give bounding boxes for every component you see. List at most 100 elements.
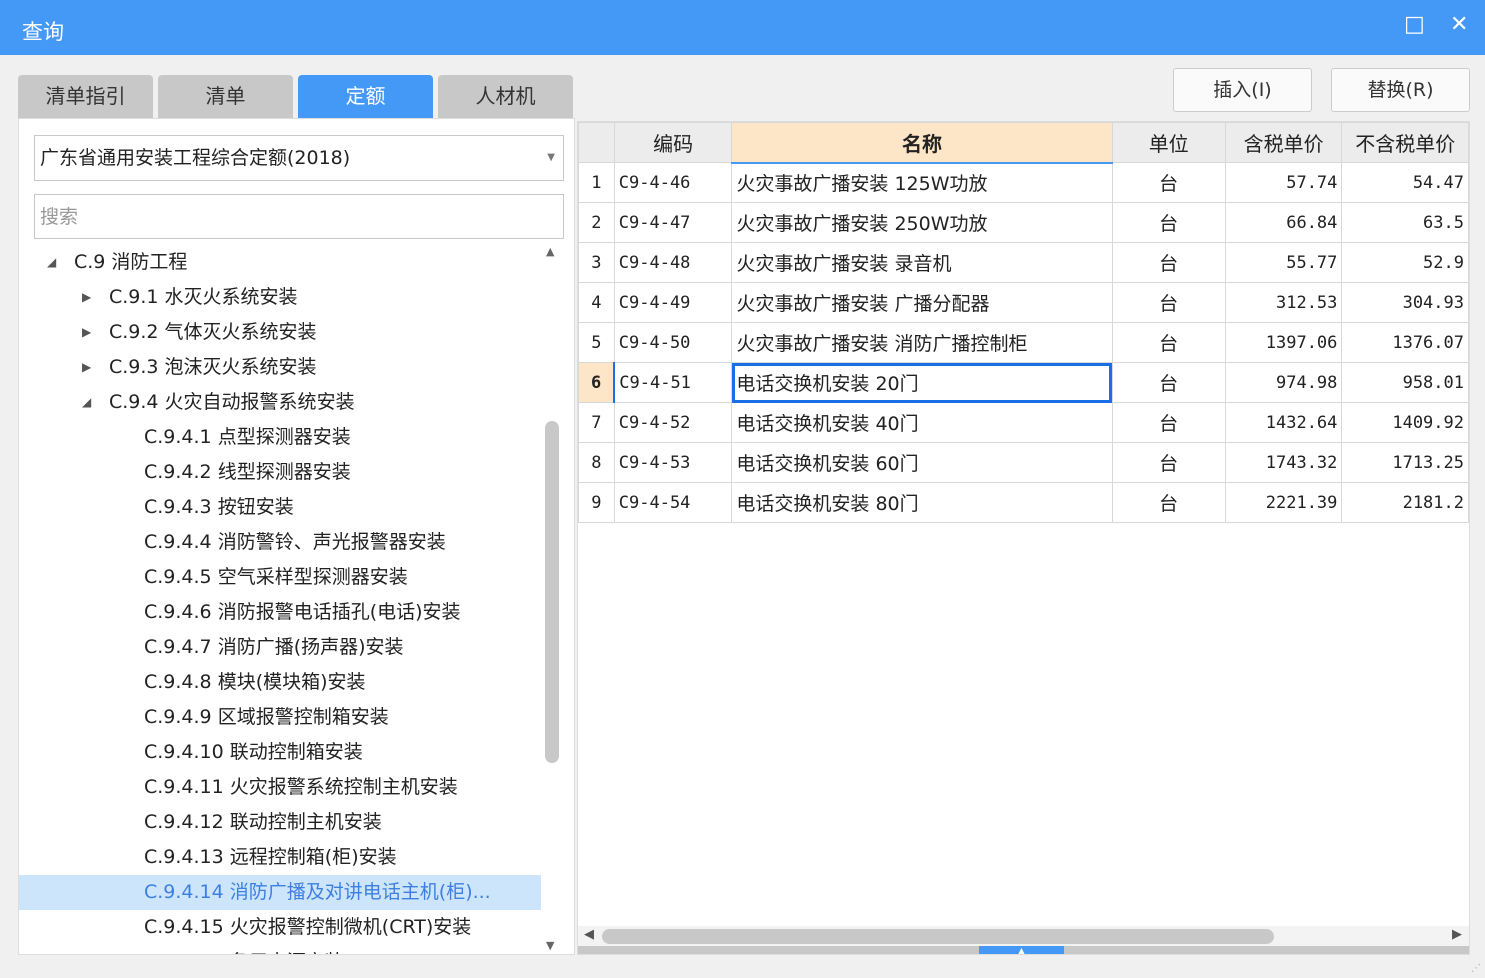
notax-price-cell[interactable]: 1713.25: [1341, 442, 1469, 483]
tree-node[interactable]: C.9.4.9 区域报警控制箱安装: [19, 700, 541, 735]
column-header-notax-price[interactable]: 不含税单价: [1341, 122, 1469, 163]
unit-cell[interactable]: 台: [1111, 442, 1226, 483]
tree-node[interactable]: C.9.4.5 空气采样型探测器安装: [19, 560, 541, 595]
table-row[interactable]: 7 C9-4-52 电话交换机安装 40门台 1432.64 1409.92: [578, 402, 1469, 443]
scrollbar-thumb[interactable]: [602, 929, 1274, 944]
table-row[interactable]: 5 C9-4-50 火灾事故广播安装 消防广播控制柜台 1397.06 1376.07: [578, 322, 1469, 363]
tab-labor-material-machine[interactable]: 人材机: [438, 75, 573, 118]
tree-node[interactable]: C.9.4.11 火灾报警系统控制主机安装: [19, 770, 541, 805]
tree-node[interactable]: ▶ C.9.2 气体灭火系统安装: [19, 315, 541, 350]
insert-button[interactable]: 插入(I): [1173, 68, 1312, 112]
row-number[interactable]: 8: [578, 442, 615, 483]
tax-price-cell[interactable]: 312.53: [1224, 282, 1343, 323]
tree-node[interactable]: ▶ C.9.1 水灭火系统安装: [19, 280, 541, 315]
name-cell[interactable]: 火灾事故广播安装 250W功放: [731, 202, 1113, 243]
close-icon[interactable]: ✕: [1450, 12, 1468, 37]
column-header-name[interactable]: 名称: [731, 122, 1113, 164]
tree-node[interactable]: C.9.4.8 模块(模块箱)安装: [19, 665, 541, 700]
table-row[interactable]: 3 C9-4-48 火灾事故广播安装 录音机台 55.77 52.9: [578, 242, 1469, 283]
table-row[interactable]: 4 C9-4-49 火灾事故广播安装 广播分配器台 312.53 304.93: [578, 282, 1469, 323]
tab-bill-guide[interactable]: 清单指引: [18, 75, 153, 118]
unit-cell[interactable]: 台: [1111, 242, 1226, 283]
resize-grip-icon[interactable]: ⋰: [1471, 963, 1481, 974]
code-cell[interactable]: C9-4-50: [613, 322, 733, 363]
row-number[interactable]: 6: [578, 362, 616, 403]
collapse-icon[interactable]: ◢: [47, 245, 56, 280]
tab-quota[interactable]: 定额: [298, 75, 433, 118]
column-header-code[interactable]: 编码: [613, 122, 733, 163]
tax-price-cell[interactable]: 57.74: [1224, 162, 1343, 203]
tree-node[interactable]: ▶ C.9.3 泡沫灭火系统安装: [19, 350, 541, 385]
tax-price-cell[interactable]: 1743.32: [1224, 442, 1343, 483]
tree-node[interactable]: C.9.4.2 线型探测器安装: [19, 455, 541, 490]
notax-price-cell[interactable]: 958.01: [1341, 362, 1469, 403]
unit-cell[interactable]: 台: [1111, 402, 1226, 443]
tree-node[interactable]: C.9.4.16 备用电源安装: [19, 945, 541, 954]
tax-price-cell[interactable]: 974.98: [1224, 362, 1343, 403]
tree-node[interactable]: C.9.4.13 远程控制箱(柜)安装: [19, 840, 541, 875]
row-number[interactable]: 2: [578, 202, 615, 243]
tree-scrollbar[interactable]: ▲ ▼: [541, 245, 561, 954]
tax-price-cell[interactable]: 1432.64: [1224, 402, 1343, 443]
unit-cell[interactable]: 台: [1111, 202, 1226, 243]
tree-node[interactable]: ◢ C.9 消防工程: [19, 245, 541, 280]
name-cell[interactable]: 火灾事故广播安装 消防广播控制柜: [731, 322, 1113, 363]
library-select[interactable]: 广东省通用安装工程综合定额(2018) ▼: [34, 135, 564, 181]
notax-price-cell[interactable]: 2181.2: [1341, 482, 1469, 523]
expand-icon[interactable]: ▶: [82, 350, 91, 385]
table-row[interactable]: 1 C9-4-46 火灾事故广播安装 125W功放台 57.74 54.47: [578, 162, 1469, 203]
tab-bill[interactable]: 清单: [158, 75, 293, 118]
code-cell[interactable]: C9-4-47: [613, 202, 733, 243]
tree-node[interactable]: C.9.4.7 消防广播(扬声器)安装: [19, 630, 541, 665]
tree-node[interactable]: C.9.4.4 消防警铃、声光报警器安装: [19, 525, 541, 560]
code-cell[interactable]: C9-4-46: [613, 162, 733, 203]
tree-node[interactable]: C.9.4.1 点型探测器安装: [19, 420, 541, 455]
table-row[interactable]: 6 C9-4-51 电话交换机安装 20门台 974.98 958.01: [578, 362, 1469, 403]
notax-price-cell[interactable]: 1409.92: [1341, 402, 1469, 443]
name-cell[interactable]: 电话交换机安装 80门: [731, 482, 1113, 523]
expand-up-icon[interactable]: ▲: [979, 946, 1064, 954]
name-cell[interactable]: 火灾事故广播安装 录音机: [731, 242, 1113, 283]
name-cell[interactable]: 电话交换机安装 20门: [731, 362, 1113, 403]
expand-icon[interactable]: ▶: [82, 280, 91, 315]
tree-node[interactable]: ◢ C.9.4 火灾自动报警系统安装: [19, 385, 541, 420]
row-number[interactable]: 5: [578, 322, 615, 363]
horizontal-scrollbar[interactable]: ◀ ▶: [578, 926, 1469, 946]
tax-price-cell[interactable]: 1397.06: [1224, 322, 1343, 363]
notax-price-cell[interactable]: 304.93: [1341, 282, 1469, 323]
table-row[interactable]: 8 C9-4-53 电话交换机安装 60门台 1743.32 1713.25: [578, 442, 1469, 483]
row-number[interactable]: 3: [578, 242, 615, 283]
table-row[interactable]: 9 C9-4-54 电话交换机安装 80门台 2221.39 2181.2: [578, 482, 1469, 523]
tree-node[interactable]: C.9.4.14 消防广播及对讲电话主机(柜)...: [19, 875, 541, 910]
expand-icon[interactable]: ▶: [82, 315, 91, 350]
name-cell[interactable]: 火灾事故广播安装 广播分配器: [731, 282, 1113, 323]
unit-cell[interactable]: 台: [1111, 482, 1226, 523]
collapse-icon[interactable]: ◢: [82, 385, 91, 420]
tax-price-cell[interactable]: 2221.39: [1224, 482, 1343, 523]
scroll-down-icon[interactable]: ▼: [546, 939, 554, 952]
unit-cell[interactable]: 台: [1111, 362, 1226, 403]
tax-price-cell[interactable]: 66.84: [1224, 202, 1343, 243]
code-cell[interactable]: C9-4-53: [613, 442, 733, 483]
notax-price-cell[interactable]: 1376.07: [1341, 322, 1469, 363]
tree-node[interactable]: C.9.4.10 联动控制箱安装: [19, 735, 541, 770]
notax-price-cell[interactable]: 63.5: [1341, 202, 1469, 243]
notax-price-cell[interactable]: 52.9: [1341, 242, 1469, 283]
code-cell[interactable]: C9-4-52: [613, 402, 733, 443]
code-cell[interactable]: C9-4-49: [613, 282, 733, 323]
detail-panel-splitter[interactable]: ▲: [578, 946, 1469, 954]
maximize-icon[interactable]: □: [1404, 12, 1425, 37]
scroll-left-icon[interactable]: ◀: [584, 927, 594, 942]
tree-node[interactable]: C.9.4.15 火灾报警控制微机(CRT)安装: [19, 910, 541, 945]
row-number[interactable]: 1: [578, 162, 615, 203]
replace-button[interactable]: 替换(R): [1331, 68, 1470, 112]
code-cell[interactable]: C9-4-51: [613, 362, 733, 403]
tree-node[interactable]: C.9.4.12 联动控制主机安装: [19, 805, 541, 840]
search-input[interactable]: [34, 194, 564, 239]
table-row[interactable]: 2 C9-4-47 火灾事故广播安装 250W功放台 66.84 63.5: [578, 202, 1469, 243]
unit-cell[interactable]: 台: [1111, 162, 1226, 203]
scroll-right-icon[interactable]: ▶: [1452, 927, 1462, 942]
column-header-tax-price[interactable]: 含税单价: [1224, 122, 1343, 163]
row-number[interactable]: 7: [578, 402, 615, 443]
column-header-unit[interactable]: 单位: [1111, 122, 1226, 163]
